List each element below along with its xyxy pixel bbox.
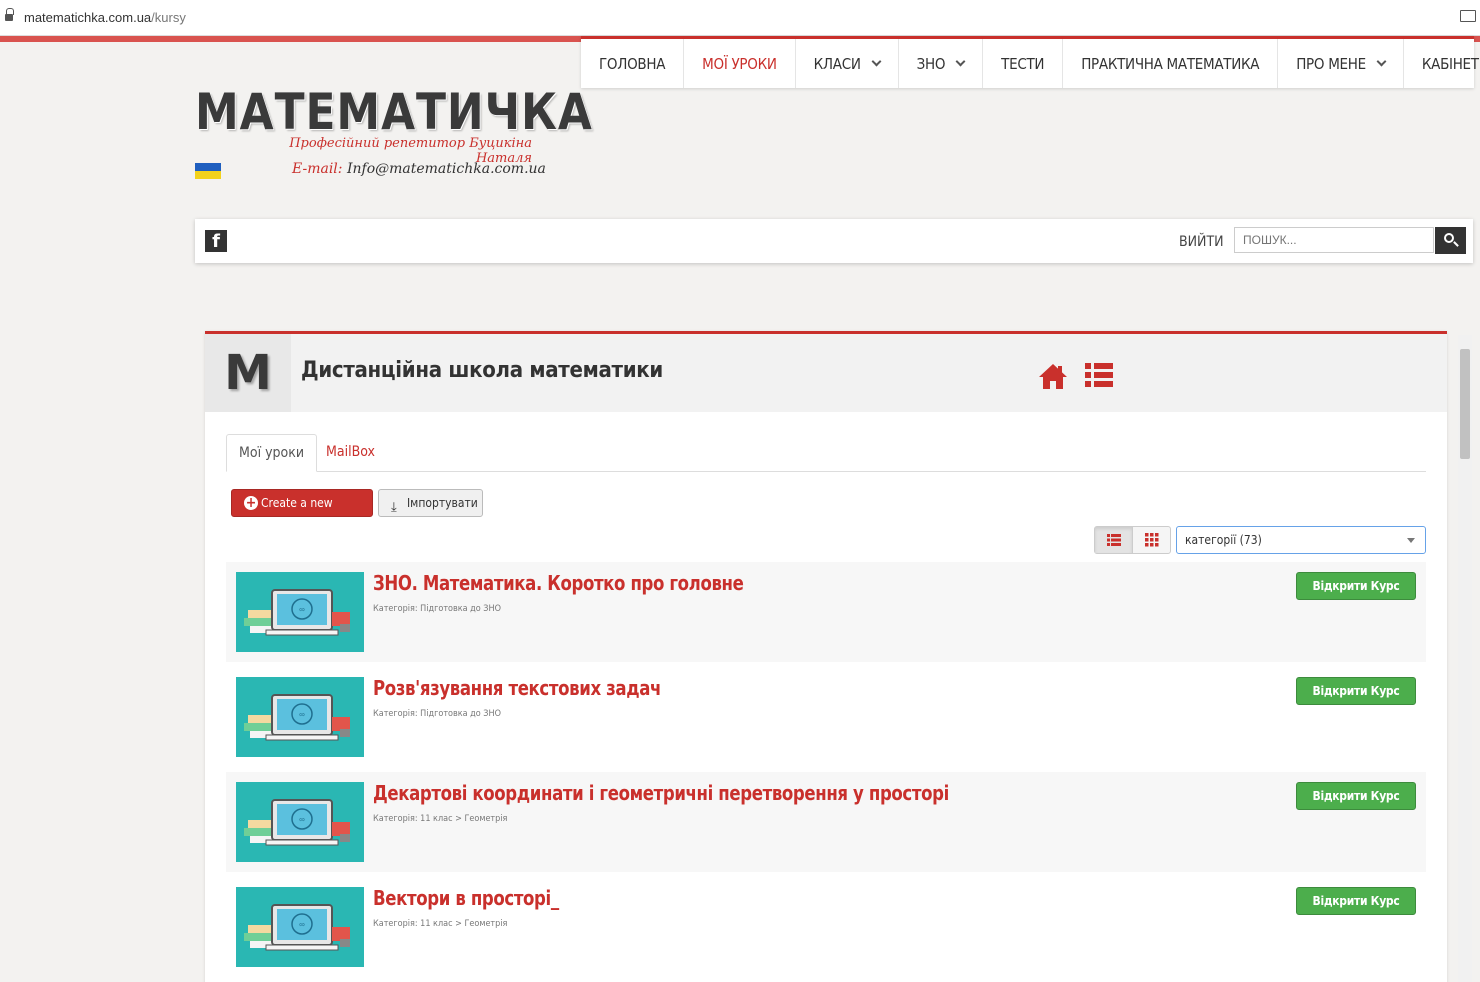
list-icon[interactable] xyxy=(1085,362,1113,388)
contact-email: E-mail: Info@matematichka.com.ua xyxy=(292,161,546,177)
open-course-button[interactable]: Відкрити Курс xyxy=(1296,782,1416,810)
plus-circle-icon: + xyxy=(244,495,258,511)
grid-view-button[interactable] xyxy=(1133,527,1171,553)
course-category: Категорія: 11 клас > Геометрія xyxy=(373,814,508,824)
course-row: ∞ ЗНО. Математика. Коротко про головне К… xyxy=(226,562,1426,662)
course-title[interactable]: ЗНО. Математика. Коротко про головне xyxy=(373,571,744,595)
course-row: ∞ Розв'язування текстових задач Категорі… xyxy=(226,667,1426,767)
panel-header: M Дистанційна школа математики xyxy=(205,334,1447,412)
scrollbar[interactable] xyxy=(1458,335,1472,982)
course-category: Категорія: 11 клас > Геометрія xyxy=(373,919,508,929)
open-course-button[interactable]: Відкрити Курс xyxy=(1296,572,1416,600)
email-link[interactable]: Info@matematichka.com.ua xyxy=(347,161,546,177)
ukraine-flag-icon xyxy=(195,163,221,179)
scrollbar-thumb[interactable] xyxy=(1460,349,1470,459)
panel-tabs: Мої уроки MailBox xyxy=(226,434,1426,472)
chevron-down-icon xyxy=(1376,56,1387,67)
tab-my-lessons[interactable]: Мої уроки xyxy=(226,434,318,472)
course-row: ∞ Декартові координати і геометричні пер… xyxy=(226,772,1426,872)
chevron-down-icon xyxy=(955,56,966,67)
nav-item-4[interactable]: ТЕСТИ xyxy=(983,39,1064,88)
svg-text:∞: ∞ xyxy=(299,920,305,929)
window-icon[interactable] xyxy=(1460,10,1476,22)
nav-item-3[interactable]: ЗНО xyxy=(899,39,984,88)
panel-title: Дистанційна школа математики xyxy=(301,358,663,383)
url-text[interactable]: matematichka.com.ua/kursy xyxy=(24,10,186,25)
search-button[interactable] xyxy=(1435,227,1466,254)
open-course-button[interactable]: Відкрити Курс xyxy=(1296,887,1416,915)
list-view-button[interactable] xyxy=(1095,527,1133,553)
course-title[interactable]: Декартові координати і геометричні перет… xyxy=(373,781,949,805)
course-thumbnail[interactable]: ∞ xyxy=(236,782,364,862)
site-logo[interactable]: МАТЕМАТИЧКА Професійний репетитор Буцикі… xyxy=(195,83,593,166)
nav-item-0[interactable]: ГОЛОВНА xyxy=(581,39,685,88)
toolbar: f ВИЙТИ xyxy=(195,219,1473,263)
course-title[interactable]: Вектори в просторі_ xyxy=(373,886,559,910)
tab-mailbox[interactable]: MailBox xyxy=(314,434,387,472)
course-title[interactable]: Розв'язування текстових задач xyxy=(373,676,661,700)
grid-view-icon xyxy=(1144,533,1158,547)
course-category: Категорія: Підготовка до ЗНО xyxy=(373,709,501,719)
svg-text:∞: ∞ xyxy=(299,815,305,824)
list-view-icon xyxy=(1107,534,1121,546)
facebook-icon[interactable]: f xyxy=(205,230,227,252)
view-toggle xyxy=(1094,526,1171,554)
course-thumbnail[interactable]: ∞ xyxy=(236,572,364,652)
logout-link[interactable]: ВИЙТИ xyxy=(1179,234,1224,250)
open-course-button[interactable]: Відкрити Курс xyxy=(1296,677,1416,705)
home-icon[interactable] xyxy=(1038,362,1068,390)
course-category: Категорія: Підготовка до ЗНО xyxy=(373,604,501,614)
chevron-down-icon xyxy=(1407,538,1415,543)
nav-item-5[interactable]: ПРАКТИЧНА МАТЕМАТИКА xyxy=(1063,39,1279,88)
course-row: ∞ Вектори в просторі_ Категорія: 11 клас… xyxy=(226,877,1426,977)
nav-item-1[interactable]: МОЇ УРОКИ xyxy=(684,39,796,88)
search-input[interactable] xyxy=(1234,227,1434,253)
main-nav: ГОЛОВНА МОЇ УРОКИ КЛАСИ ЗНО ТЕСТИ ПРАКТИЧНА М… xyxy=(581,36,1479,88)
svg-text:∞: ∞ xyxy=(299,605,305,614)
logo-title: МАТЕМАТИЧКА xyxy=(195,83,593,141)
course-thumbnail[interactable]: ∞ xyxy=(236,677,364,757)
category-select[interactable]: категорії (73) xyxy=(1176,526,1426,554)
import-button[interactable]: ⤓ Імпортувати xyxy=(378,489,483,517)
nav-item-7[interactable]: КАБІНЕТ xyxy=(1404,39,1480,88)
course-thumbnail[interactable]: ∞ xyxy=(236,887,364,967)
svg-text:∞: ∞ xyxy=(299,710,305,719)
address-bar[interactable]: matematichka.com.ua/kursy xyxy=(0,0,1480,36)
create-course-button[interactable]: + Create a new course xyxy=(231,489,373,536)
download-icon: ⤓ xyxy=(391,500,397,515)
panel-logo: M xyxy=(205,334,291,412)
courses-panel: M Дистанційна школа математики Мої уроки… xyxy=(205,331,1447,982)
nav-item-2[interactable]: КЛАСИ xyxy=(796,39,899,88)
nav-item-6[interactable]: ПРО МЕНЕ xyxy=(1278,39,1404,88)
lock-icon xyxy=(5,8,14,22)
chevron-down-icon xyxy=(871,56,882,67)
